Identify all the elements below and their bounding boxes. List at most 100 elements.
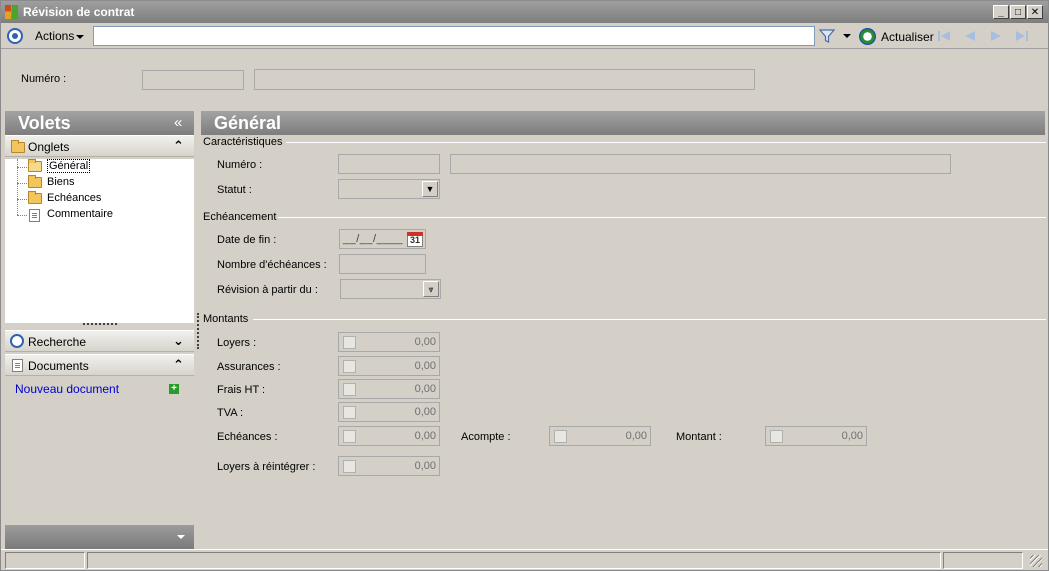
document-icon <box>29 209 40 222</box>
loyers-reintegrer-field[interactable]: 0,00 <box>338 456 440 476</box>
revision-label: Révision à partir du : <box>217 284 318 296</box>
search-input[interactable] <box>93 26 815 46</box>
add-document-icon[interactable]: + <box>169 384 179 394</box>
last-record-icon[interactable] <box>1014 29 1030 43</box>
chevron-down-icon[interactable]: ▼ <box>422 181 438 197</box>
header-numero-code-field[interactable] <box>142 70 244 90</box>
refresh-button[interactable]: Actualiser <box>881 30 934 44</box>
header-numero-name-field[interactable] <box>254 69 755 90</box>
previous-record-icon[interactable] <box>962 29 978 43</box>
date-fin-input[interactable]: __/__/____ 31 <box>339 229 426 249</box>
tree-item-label: Général <box>47 159 91 173</box>
revision-select[interactable]: ⩔ <box>340 279 441 299</box>
next-record-icon[interactable] <box>988 29 1004 43</box>
close-button[interactable]: ✕ <box>1027 5 1043 19</box>
group-divider <box>253 319 1046 320</box>
refresh-icon[interactable] <box>859 28 876 45</box>
maximize-button[interactable]: □ <box>1010 5 1026 19</box>
first-record-icon[interactable] <box>936 29 952 43</box>
title-bar: Révision de contrat _ □ ✕ <box>1 1 1048 23</box>
maximize-icon: □ <box>1014 6 1022 18</box>
chevron-down-icon: ⌄ <box>173 333 184 348</box>
panel-splitter-grip[interactable] <box>83 323 117 327</box>
tva-field[interactable]: 0,00 <box>338 402 440 422</box>
general-header: Général <box>201 111 1045 135</box>
lock-checkbox[interactable] <box>343 336 356 349</box>
acompte-field[interactable]: 0,00 <box>549 426 651 446</box>
collapse-panel-icon[interactable]: « <box>174 114 182 131</box>
documents-label: Documents <box>28 359 89 373</box>
tree-connector <box>17 183 27 184</box>
volets-title: Volets <box>18 113 71 133</box>
montant-field[interactable]: 0,00 <box>765 426 867 446</box>
vertical-splitter-grip[interactable] <box>197 313 199 349</box>
chevron-up-icon: ⌃ <box>173 357 184 372</box>
folder-icon <box>11 140 25 153</box>
header-numero-label: Numéro : <box>21 73 67 85</box>
loyers-field[interactable]: 0,00 <box>338 332 440 352</box>
lock-checkbox[interactable] <box>770 430 783 443</box>
minimize-button[interactable]: _ <box>993 5 1009 19</box>
echeances-field[interactable]: 0,00 <box>338 426 440 446</box>
status-cell <box>943 552 1023 569</box>
date-fin-label: Date de fin : <box>217 234 277 246</box>
window-title: Révision de contrat <box>23 5 135 19</box>
lock-checkbox[interactable] <box>343 360 356 373</box>
recherche-label: Recherche <box>28 335 87 349</box>
lock-checkbox[interactable] <box>343 406 356 419</box>
resize-grip-icon[interactable] <box>1030 555 1042 567</box>
acompte-label: Acompte : <box>461 431 511 443</box>
chevron-down-icon <box>76 34 85 39</box>
tree-item-label: Echéances <box>47 192 102 204</box>
tree-connector <box>17 215 27 216</box>
new-document-link[interactable]: Nouveau document <box>15 382 119 396</box>
statut-select[interactable]: ▼ <box>338 179 440 199</box>
lock-checkbox[interactable] <box>343 383 356 396</box>
montant-label: Montant : <box>676 431 722 443</box>
filter-icon[interactable] <box>818 28 836 44</box>
app-logo-icon <box>5 5 19 19</box>
caracteristiques-group-title: Caractéristiques <box>203 136 283 148</box>
filter-dropdown-icon[interactable] <box>843 34 851 38</box>
group-divider <box>286 142 1046 143</box>
status-cell <box>87 552 941 569</box>
frais-label: Frais HT : <box>217 384 266 396</box>
search-circle-icon <box>10 334 24 348</box>
actions-menu-button[interactable]: Actions <box>35 29 85 43</box>
minimize-icon: _ <box>998 6 1004 18</box>
tva-label: TVA : <box>217 407 244 419</box>
onglets-section-header[interactable]: Onglets ⌃ <box>5 135 194 157</box>
loyers-label: Loyers : <box>217 337 257 349</box>
group-divider <box>278 217 1046 218</box>
document-icon <box>12 359 23 372</box>
lock-checkbox[interactable] <box>554 430 567 443</box>
application-window: Révision de contrat _ □ ✕ Actions Actual… <box>0 0 1049 571</box>
echeances-label: Echéances : <box>217 431 278 443</box>
volets-panel: Volets « Onglets ⌃ Général Biens Echéanc… <box>5 111 194 549</box>
loyers-reintegrer-label: Loyers à réintégrer : <box>217 461 316 473</box>
chevron-double-down-icon[interactable]: ⩔ <box>423 281 439 297</box>
status-cell <box>5 552 85 569</box>
assurances-field[interactable]: 0,00 <box>338 356 440 376</box>
nb-echeances-input[interactable] <box>339 254 426 274</box>
actions-circle-icon[interactable] <box>7 28 23 44</box>
frais-field[interactable]: 0,00 <box>338 379 440 399</box>
calendar-icon[interactable]: 31 <box>407 232 423 247</box>
status-bar <box>1 549 1048 570</box>
recherche-section-header[interactable]: Recherche ⌄ <box>5 330 194 352</box>
documents-section-header[interactable]: Documents ⌃ <box>5 354 194 376</box>
volets-footer[interactable] <box>5 525 194 549</box>
montants-group-title: Montants <box>203 313 249 325</box>
tabs-tree: Général Biens Echéances Commentaire <box>5 159 194 323</box>
numero-code-field[interactable] <box>338 154 440 174</box>
echeancement-group-title: Echéancement <box>203 211 277 223</box>
lock-checkbox[interactable] <box>343 430 356 443</box>
tree-item-label: Biens <box>47 176 75 188</box>
numero-name-field[interactable] <box>450 154 951 174</box>
documents-body <box>5 377 194 523</box>
close-icon: ✕ <box>1030 6 1040 18</box>
lock-checkbox[interactable] <box>343 460 356 473</box>
tree-connector <box>17 199 27 200</box>
toolbar: Actions Actualiser <box>1 23 1048 49</box>
numero-label: Numéro : <box>217 159 263 171</box>
